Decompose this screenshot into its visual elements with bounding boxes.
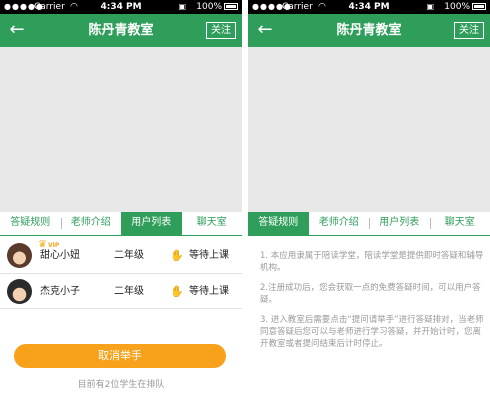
- user-list: ♛ VIP 甜心小妞 二年级 ✋ 等待上课 杰克小子 二年级 ✋ 等待上课: [0, 238, 242, 309]
- battery-percent: 100%: [196, 2, 222, 12]
- tab-qa-rules[interactable]: 答疑规则: [0, 212, 61, 235]
- status-bar: ●●●●● Carrier ◠ 4:34 PM ▣ 100%: [248, 0, 490, 14]
- user-name: 杰克小子: [40, 286, 80, 297]
- nav-bar: ← 陈丹青教室 关注: [248, 14, 490, 47]
- user-status: 等待上课: [189, 286, 229, 297]
- cancel-raise-hand-button[interactable]: 取消举手: [14, 344, 226, 368]
- user-status: 等待上课: [189, 250, 229, 261]
- user-grade: 二年级: [114, 286, 144, 297]
- video-area[interactable]: [248, 47, 490, 212]
- battery-icon: [224, 3, 238, 10]
- battery-icon: [472, 3, 486, 10]
- lock-icon: ▣: [426, 2, 434, 11]
- nav-bar: ← 陈丹青教室 关注: [0, 14, 242, 47]
- list-item[interactable]: 杰克小子 二年级 ✋ 等待上课: [0, 274, 242, 309]
- list-item[interactable]: ♛ VIP 甜心小妞 二年级 ✋ 等待上课: [0, 238, 242, 274]
- tab-chat-room[interactable]: 聊天室: [429, 212, 490, 235]
- raised-hand-icon: ✋: [170, 249, 184, 262]
- tab-bar: 答疑规则 老师介绍 用户列表 聊天室: [248, 212, 490, 236]
- right-screen: ●●●●● Carrier ◠ 4:34 PM ▣ 100% ← 陈丹青教室 关…: [248, 0, 490, 410]
- tab-bar: 答疑规则 老师介绍 用户列表 聊天室: [0, 212, 242, 236]
- rule-item: 3. 进入教室后需要点击“提问请举手”进行答疑排对，当老师同意答疑后您可以与老师…: [260, 315, 484, 349]
- left-screen: ●●●●● Carrier ◠ 4:34 PM ▣ 100% ← 陈丹青教室 关…: [0, 0, 242, 410]
- avatar: [7, 279, 32, 304]
- battery-percent: 100%: [444, 2, 470, 12]
- follow-button[interactable]: 关注: [454, 22, 484, 39]
- qa-rules-text: 1. 本应用隶属于陪读学堂，陪读学堂是提供即时答疑和辅导机构。 2.注册成功后，…: [260, 250, 484, 358]
- video-area[interactable]: [0, 47, 242, 212]
- status-bar: ●●●●● Carrier ◠ 4:34 PM ▣ 100%: [0, 0, 242, 14]
- follow-button[interactable]: 关注: [206, 22, 236, 39]
- avatar: [7, 243, 32, 268]
- tab-qa-rules[interactable]: 答疑规则: [248, 212, 309, 235]
- tab-teacher-intro[interactable]: 老师介绍: [309, 212, 370, 235]
- user-name: 甜心小妞: [40, 250, 80, 261]
- queue-status-text: 目前有2位学生在排队: [77, 380, 165, 390]
- user-grade: 二年级: [114, 250, 144, 261]
- tab-user-list[interactable]: 用户列表: [121, 212, 182, 235]
- tab-teacher-intro[interactable]: 老师介绍: [60, 212, 122, 235]
- raised-hand-icon: ✋: [170, 285, 184, 298]
- rule-item: 1. 本应用隶属于陪读学堂，陪读学堂是提供即时答疑和辅导机构。: [260, 251, 484, 273]
- rule-item: 2.注册成功后，您会获取一点的免费答疑时间，可以用户答疑。: [260, 283, 481, 305]
- tab-user-list[interactable]: 用户列表: [369, 212, 430, 235]
- tab-chat-room[interactable]: 聊天室: [182, 212, 243, 235]
- lock-icon: ▣: [178, 2, 186, 11]
